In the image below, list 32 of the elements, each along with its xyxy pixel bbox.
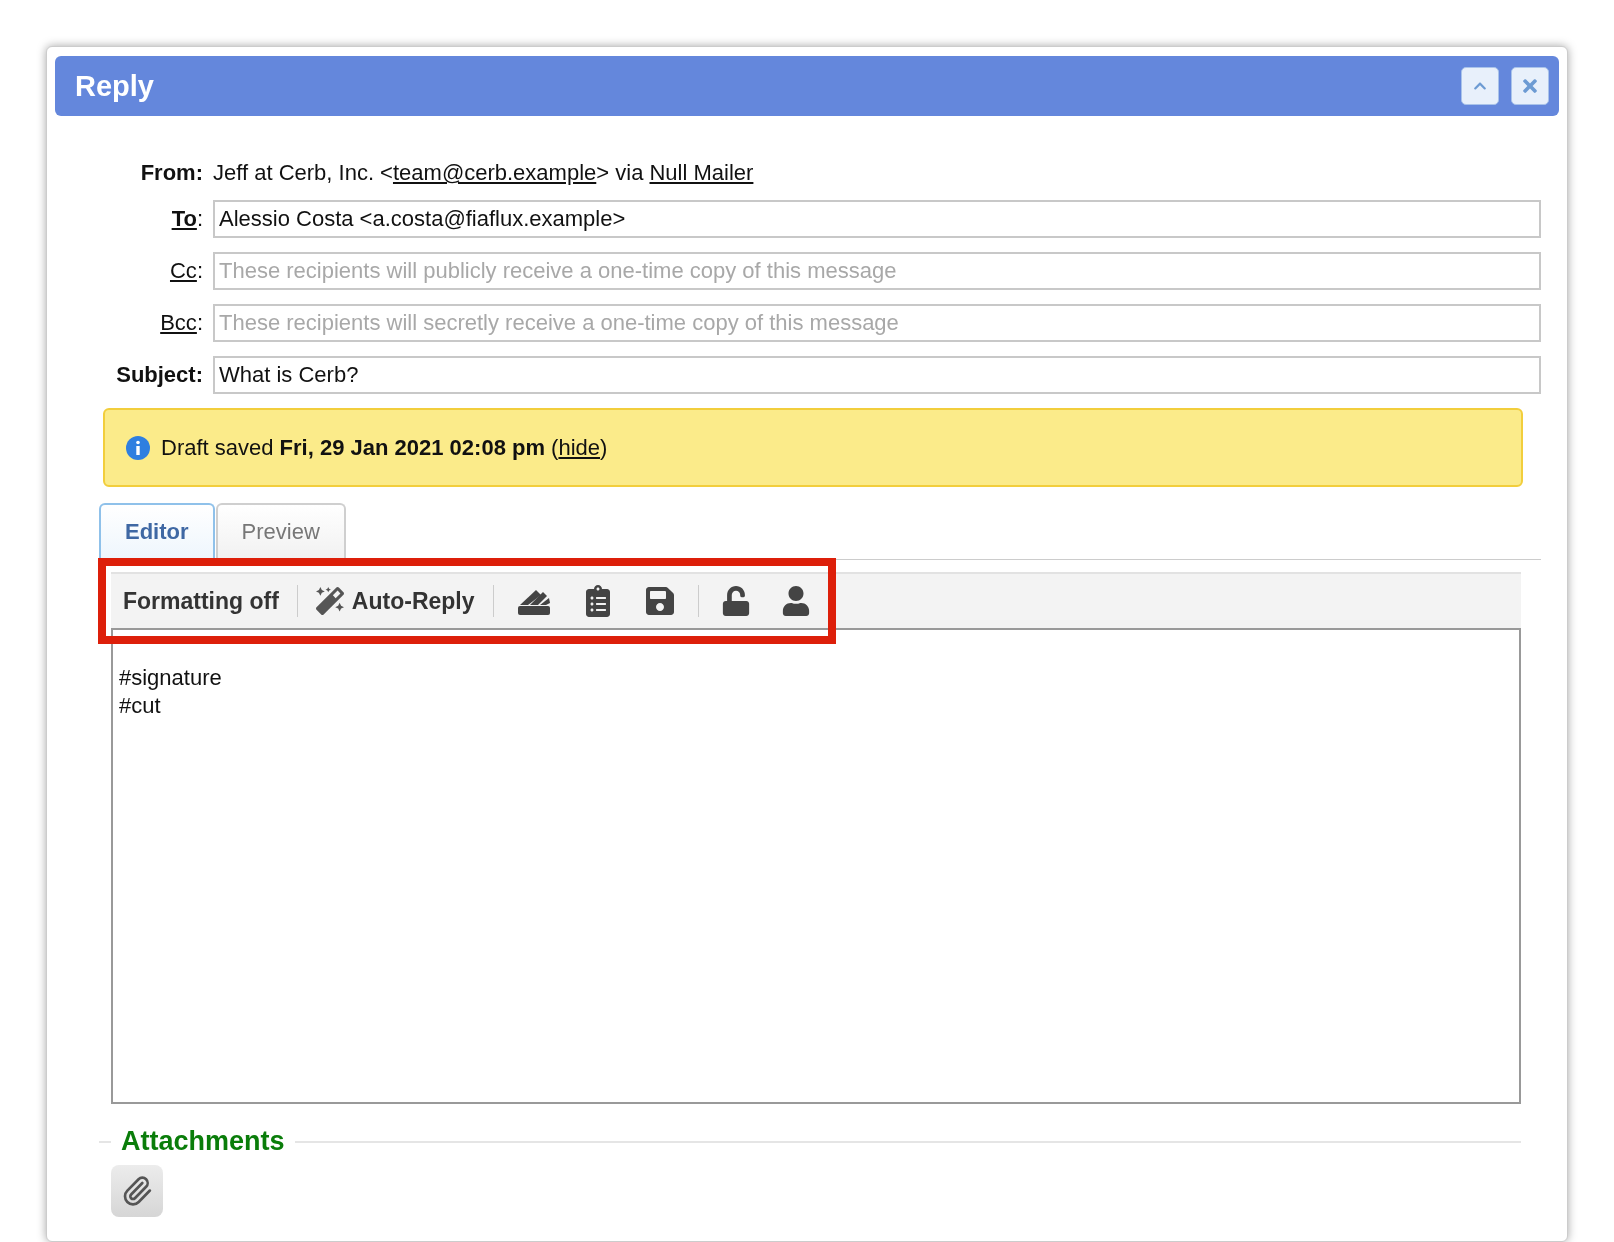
formatting-button[interactable]: Formatting off xyxy=(119,587,283,615)
field-label-link[interactable]: To xyxy=(171,206,197,232)
field-label-link[interactable]: Bcc xyxy=(160,310,197,336)
input-field[interactable]: These recipients will publicly receive a one-time copy of this message xyxy=(213,252,1541,290)
window-title: Reply xyxy=(75,69,155,103)
hide-link[interactable]: hide xyxy=(558,434,601,460)
field-label-link[interactable]: Cc xyxy=(170,258,197,284)
notice-text: Draft saved Fri, 29 Jan 2021 02:08 pm (hide) xyxy=(161,434,608,461)
from-text: > via xyxy=(596,160,645,186)
attachments-heading: Attachments xyxy=(121,1126,285,1157)
magic-wand-icon xyxy=(315,587,344,615)
close-icon xyxy=(1520,76,1540,96)
person-icon xyxy=(780,586,811,616)
label-colon: : xyxy=(196,206,203,232)
field-label: Subject: xyxy=(116,362,203,388)
auto-reply-button[interactable]: Auto-Reply xyxy=(311,587,479,615)
input-field[interactable]: What is Cerb? xyxy=(213,356,1541,394)
paperclip-icon xyxy=(121,1175,153,1207)
open-lock-icon xyxy=(720,586,751,616)
attach-button[interactable] xyxy=(111,1165,163,1217)
from-label: From: xyxy=(140,160,203,186)
input-field[interactable]: These recipients will secretly receive a one-time copy of this message xyxy=(213,304,1541,342)
message-editor[interactable]: #signature #cut xyxy=(111,628,1521,1104)
from-text: Jeff at Cerb, Inc. < xyxy=(213,160,393,186)
input-field[interactable]: Alessio Costa <a.costa@fiaflux.example> xyxy=(213,200,1541,238)
label-colon: : xyxy=(196,258,203,284)
tab[interactable]: Preview xyxy=(215,503,346,559)
from-link[interactable]: Null Mailer xyxy=(649,160,754,186)
tab[interactable]: Editor xyxy=(99,503,215,559)
from-link[interactable]: team@cerb.example xyxy=(392,160,597,186)
label-colon: : xyxy=(196,310,203,336)
info-icon xyxy=(125,434,151,461)
